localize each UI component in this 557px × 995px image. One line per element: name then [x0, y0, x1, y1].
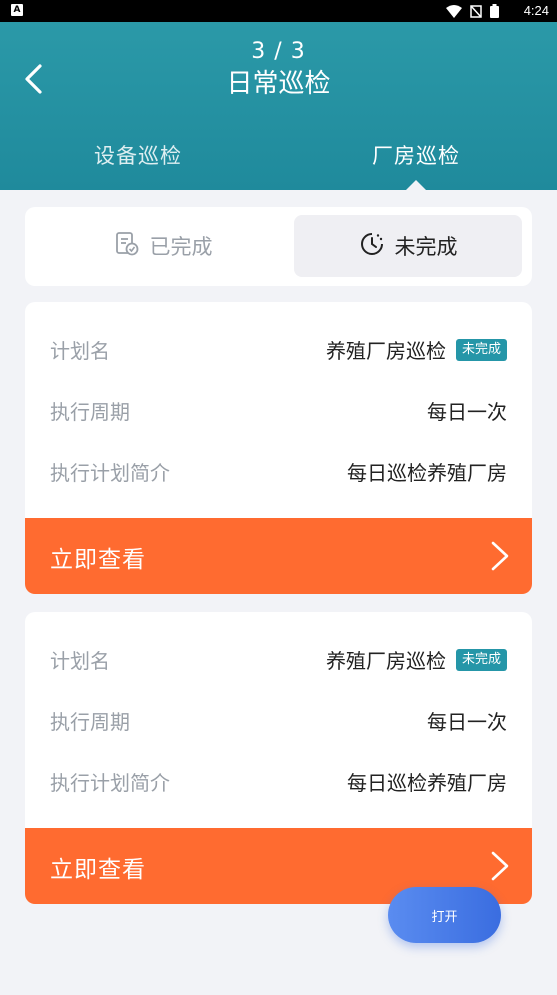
cycle-label: 执行周期 — [50, 710, 130, 734]
plan-name-label: 计划名 — [50, 649, 110, 673]
notification-app-icon: A — [11, 4, 23, 16]
tab-plant-inspection[interactable]: 厂房巡检 — [372, 140, 460, 170]
summary-row: 执行计划简介 每日巡检养殖厂房 — [50, 767, 507, 797]
open-floating-button[interactable]: 打开 — [388, 887, 501, 943]
cycle-row: 执行周期 每日一次 — [50, 706, 507, 736]
wifi-icon — [446, 4, 462, 18]
open-label: 打开 — [431, 909, 458, 925]
status-badge: 未完成 — [455, 338, 507, 361]
cycle-label: 执行周期 — [50, 400, 130, 424]
view-now-button[interactable]: 立即查看 — [25, 518, 532, 594]
plan-name-value: 养殖厂房巡检 未完成 — [326, 335, 507, 364]
document-check-icon — [114, 231, 140, 262]
chevron-right-icon — [491, 541, 509, 571]
plan-name-value: 养殖厂房巡检 未完成 — [326, 645, 507, 674]
status-icons — [446, 4, 499, 18]
cycle-value: 每日一次 — [427, 400, 507, 424]
summary-row: 执行计划简介 每日巡检养殖厂房 — [50, 457, 507, 487]
view-now-label: 立即查看 — [50, 857, 146, 883]
chevron-right-icon — [491, 851, 509, 881]
clock-icon — [359, 231, 385, 262]
page-indicator: 3 / 3 — [251, 39, 306, 64]
cycle-row: 执行周期 每日一次 — [50, 396, 507, 426]
plan-name-label: 计划名 — [50, 339, 110, 363]
app-header: 3 / 3 日常巡检 设备巡检 厂房巡检 — [0, 22, 557, 191]
status-filter: 已完成 未完成 — [25, 207, 532, 286]
status-bar: A 4:24 — [0, 0, 557, 22]
active-tab-indicator — [405, 180, 427, 191]
battery-icon — [490, 4, 499, 18]
page-title: 日常巡检 — [226, 69, 331, 99]
plan-name-row: 计划名 养殖厂房巡检 未完成 — [50, 335, 507, 365]
filter-incomplete[interactable]: 未完成 — [294, 215, 522, 277]
summary-value: 每日巡检养殖厂房 — [347, 461, 507, 485]
filter-completed-label: 已完成 — [149, 235, 213, 259]
plan-name-row: 计划名 养殖厂房巡检 未完成 — [50, 645, 507, 675]
summary-label: 执行计划简介 — [50, 461, 170, 485]
plan-card: 计划名 养殖厂房巡检 未完成 执行周期 每日一次 执行计划简介 每日巡检养殖厂房 … — [25, 302, 532, 594]
plan-card: 计划名 养殖厂房巡检 未完成 执行周期 每日一次 执行计划简介 每日巡检养殖厂房 … — [25, 612, 532, 904]
status-badge: 未完成 — [455, 648, 507, 671]
summary-label: 执行计划简介 — [50, 771, 170, 795]
view-now-label: 立即查看 — [50, 547, 146, 573]
clock: 4:24 — [523, 3, 549, 18]
cycle-value: 每日一次 — [427, 710, 507, 734]
tab-equipment-inspection[interactable]: 设备巡检 — [94, 140, 182, 170]
no-signal-icon — [470, 4, 482, 18]
filter-completed[interactable]: 已完成 — [33, 215, 293, 277]
filter-incomplete-label: 未完成 — [394, 235, 458, 259]
summary-value: 每日巡检养殖厂房 — [347, 771, 507, 795]
